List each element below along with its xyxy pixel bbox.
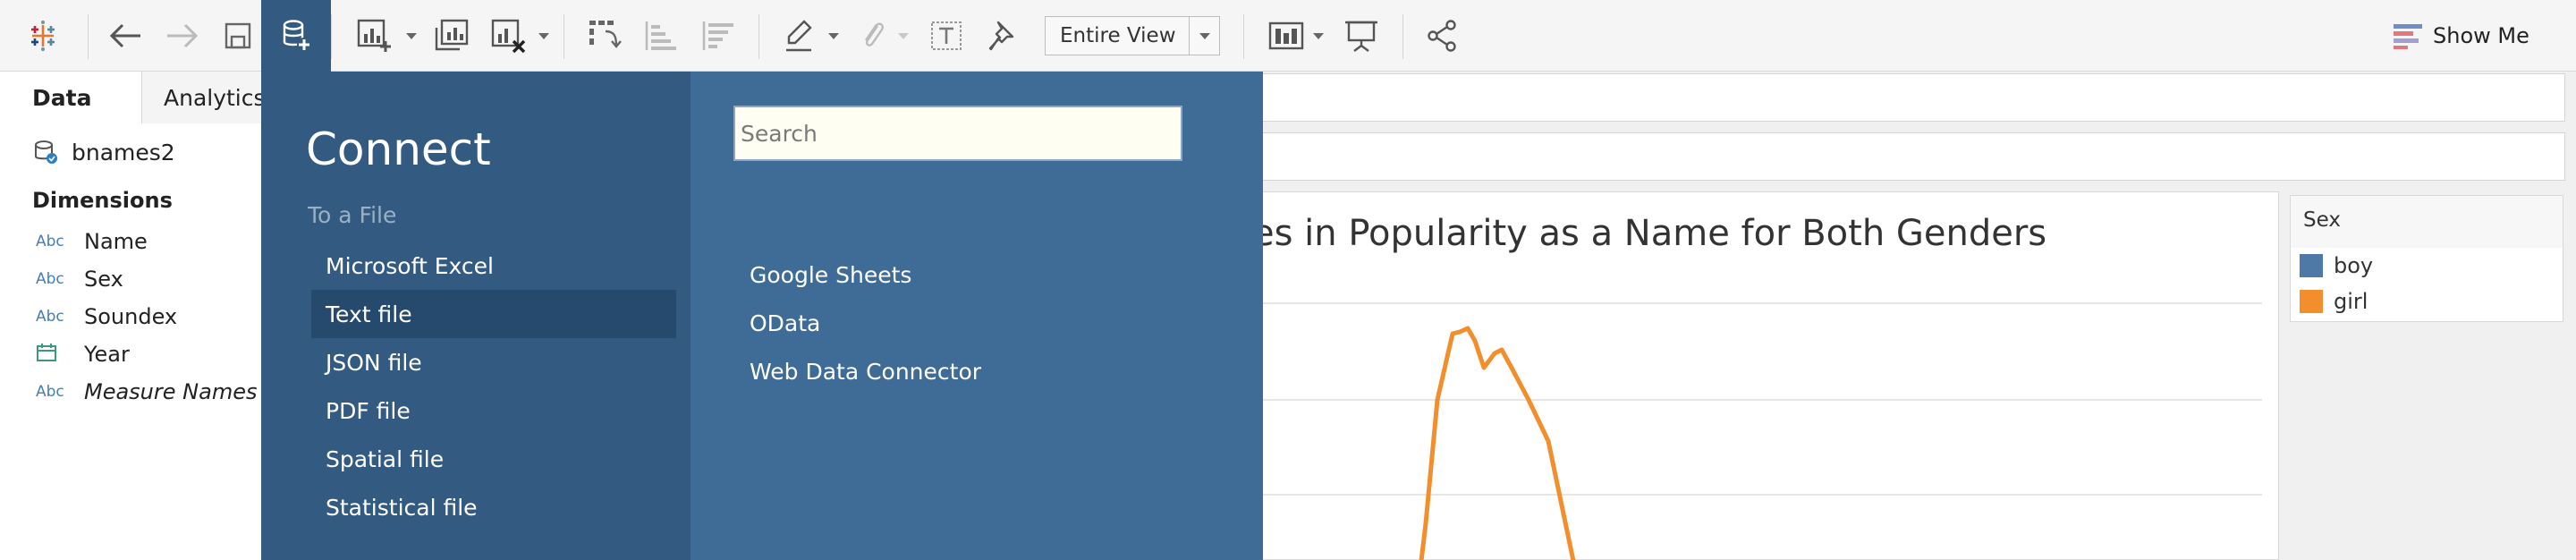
legend-item-girl[interactable]: girl	[2300, 285, 2368, 318]
chevron-down-icon	[406, 32, 417, 39]
toolbar-separator	[1243, 14, 1244, 59]
fit-view-value: Entire View	[1060, 24, 1176, 47]
file-option-text[interactable]: Text file	[311, 290, 676, 338]
toolbar-separator	[758, 14, 759, 59]
legend-item-boy[interactable]: boy	[2300, 250, 2373, 282]
server-option-google-sheets[interactable]: Google Sheets	[750, 252, 911, 297]
tab-analytics[interactable]: Analytics	[141, 72, 267, 123]
legend-title: Sex	[2303, 208, 2341, 232]
file-option-statistical[interactable]: Statistical file	[311, 483, 676, 531]
show-me-icon	[2394, 24, 2422, 49]
sort-ascending-icon[interactable]	[635, 0, 685, 72]
connect-file-list: Connect To a File Microsoft Excel Text f…	[261, 72, 691, 560]
pin-icon[interactable]	[977, 0, 1027, 72]
search-input[interactable]	[741, 120, 1181, 147]
to-a-file-header: To a File	[308, 202, 397, 228]
string-type-icon: Abc	[36, 308, 64, 326]
presentation-mode-icon[interactable]	[1336, 0, 1386, 72]
data-pane: Data Analytics bnames2 Dimensions Abc Na…	[0, 72, 267, 560]
tableau-logo-icon[interactable]	[18, 0, 68, 72]
connect-title: Connect	[306, 123, 491, 175]
datasource-item[interactable]: bnames2	[32, 132, 175, 172]
connect-search-box[interactable]	[733, 106, 1182, 161]
toolbar: Entire View Show Me	[0, 0, 2576, 72]
forward-icon[interactable]	[157, 0, 208, 72]
file-option-pdf[interactable]: PDF file	[311, 386, 676, 435]
viz-title: es in Popularity as a Name for Both Gend…	[1252, 213, 2047, 254]
show-me-button[interactable]: Show Me	[2394, 16, 2529, 55]
fit-view-select[interactable]: Entire View	[1045, 16, 1220, 55]
string-type-icon: Abc	[36, 233, 64, 250]
sort-descending-icon[interactable]	[692, 0, 742, 72]
show-cards-dropdown[interactable]	[1308, 0, 1329, 72]
show-cards-icon[interactable]	[1261, 0, 1311, 72]
color-legend[interactable]: Sex boy girl	[2290, 195, 2563, 322]
back-icon[interactable]	[100, 0, 150, 72]
tab-data[interactable]: Data	[0, 72, 141, 123]
chevron-down-icon	[898, 32, 909, 39]
new-worksheet-icon[interactable]	[349, 0, 399, 72]
field-year[interactable]: Year	[36, 336, 130, 372]
legend-item-label: boy	[2334, 253, 2374, 278]
string-type-icon: Abc	[36, 270, 64, 288]
duplicate-sheet-icon[interactable]	[426, 0, 476, 72]
field-label: Year	[84, 342, 130, 367]
legend-swatch	[2300, 290, 2323, 313]
toolbar-separator	[88, 14, 89, 59]
legend-item-label: girl	[2334, 289, 2368, 314]
show-me-label: Show Me	[2433, 23, 2529, 48]
save-icon[interactable]	[215, 0, 261, 72]
share-icon[interactable]	[1417, 0, 1467, 72]
chevron-down-icon	[828, 32, 839, 39]
field-label: Name	[84, 229, 148, 254]
highlight-dropdown[interactable]	[823, 0, 844, 72]
toolbar-separator	[331, 14, 332, 59]
toolbar-separator	[1402, 14, 1403, 59]
chevron-down-icon	[1199, 32, 1210, 39]
calendar-icon	[36, 343, 84, 367]
field-sex[interactable]: Abc Sex	[36, 261, 123, 297]
legend-swatch	[2300, 254, 2323, 277]
server-option-web-data-connector[interactable]: Web Data Connector	[750, 349, 981, 394]
server-option-odata[interactable]: OData	[750, 301, 820, 345]
group-members-icon[interactable]	[848, 0, 898, 72]
pane-tabs: Data Analytics	[0, 72, 267, 123]
chevron-down-icon	[538, 32, 549, 39]
file-option-spatial[interactable]: Spatial file	[311, 435, 676, 483]
datasource-icon	[35, 140, 57, 164]
field-soundex[interactable]: Abc Soundex	[36, 299, 177, 335]
file-option-excel[interactable]: Microsoft Excel	[311, 242, 676, 290]
swap-rows-columns-icon[interactable]	[580, 0, 630, 72]
field-measure-names[interactable]: Abc Measure Names	[36, 374, 257, 410]
field-label: Soundex	[84, 304, 178, 329]
connect-panel: Connect To a File Microsoft Excel Text f…	[261, 72, 1263, 560]
string-type-icon: Abc	[36, 383, 64, 401]
field-label: Measure Names	[84, 379, 258, 404]
new-data-source-icon[interactable]	[261, 0, 331, 72]
girl-series-line	[1419, 326, 1576, 560]
show-labels-icon[interactable]	[921, 0, 971, 72]
chevron-down-icon	[1313, 32, 1324, 39]
new-worksheet-dropdown[interactable]	[401, 0, 422, 72]
clear-sheet-icon[interactable]	[483, 0, 533, 72]
datasource-name: bnames2	[72, 139, 175, 165]
dimensions-header: Dimensions	[32, 188, 173, 213]
file-option-json[interactable]: JSON file	[311, 338, 676, 386]
field-label: Sex	[84, 267, 123, 292]
clear-sheet-dropdown[interactable]	[533, 0, 555, 72]
group-dropdown[interactable]	[893, 0, 914, 72]
highlight-icon[interactable]	[775, 0, 825, 72]
field-name[interactable]: Abc Name	[36, 224, 148, 259]
fit-view-dropdown[interactable]	[1189, 17, 1219, 55]
